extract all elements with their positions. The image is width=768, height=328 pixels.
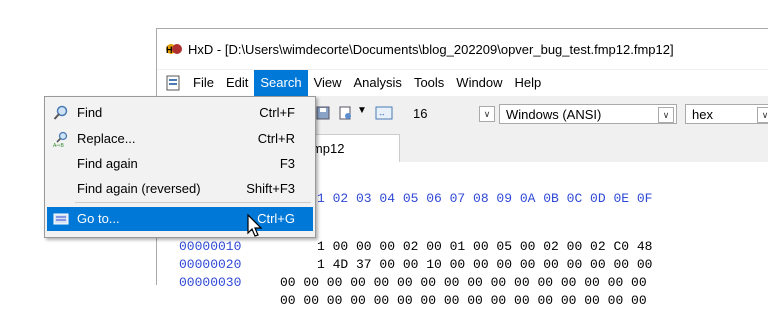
- menu-window[interactable]: Window: [450, 70, 508, 96]
- menu-item-shortcut: Ctrl+F: [259, 105, 295, 120]
- hex-bytes: 00 00 00 00 00 00 00 00 00 00 00 00 00 0…: [280, 275, 647, 290]
- svg-text:H: H: [166, 45, 173, 55]
- menu-item-find-again[interactable]: Find again F3: [47, 152, 313, 176]
- replace-icon: A⇨B: [53, 131, 68, 147]
- svg-text:↔: ↔: [378, 109, 386, 118]
- menu-item-find[interactable]: Find Ctrl+F: [47, 101, 313, 125]
- menu-item-find-again-reversed[interactable]: Find again (reversed) Shift+F3: [47, 177, 313, 201]
- menu-item-label: Replace...: [77, 131, 136, 146]
- bytes-per-row-icon: ↔: [375, 106, 393, 120]
- document-icon[interactable]: [165, 75, 181, 91]
- menu-view[interactable]: View: [308, 70, 348, 96]
- charset-value: Windows (ANSI): [506, 107, 602, 122]
- find-icon: [53, 105, 68, 120]
- mouse-cursor-icon: [247, 214, 263, 237]
- svg-text:A⇨B: A⇨B: [53, 143, 65, 147]
- menu-item-goto[interactable]: Go to... Ctrl+G: [47, 207, 313, 231]
- display-combo[interactable]: hex ∨: [685, 104, 768, 124]
- goto-icon: [53, 213, 69, 225]
- menu-item-replace[interactable]: A⇨B Replace... Ctrl+R: [47, 127, 313, 151]
- display-value: hex: [692, 107, 713, 122]
- menu-help[interactable]: Help: [509, 70, 548, 96]
- bytes-per-row-combo[interactable]: 16 ∨: [413, 104, 495, 124]
- menu-file[interactable]: File: [187, 70, 220, 96]
- menu-item-label: Find again: [77, 156, 138, 171]
- chevron-down-icon[interactable]: ∨: [479, 106, 495, 122]
- menu-edit[interactable]: Edit: [220, 70, 254, 96]
- menu-bar: File Edit Search View Analysis Tools Win…: [157, 70, 768, 96]
- menu-search[interactable]: Search: [254, 70, 308, 96]
- hex-row[interactable]: 00000030 00 00 00 00 00 00 00 00 00 00 0…: [157, 256, 768, 308]
- chevron-down-icon[interactable]: ∨: [757, 107, 768, 123]
- hex-row[interactable]: 00000020 00 00 00 00 00 00 00 00 00 00 0…: [157, 238, 768, 290]
- title-bar[interactable]: H HxD - [D:\Users\wimdecorte\Documents\b…: [157, 29, 768, 69]
- search-menu-dropdown: Find Ctrl+F A⇨B Replace... Ctrl+R Find a…: [44, 96, 316, 238]
- hxd-app-icon: H: [166, 44, 182, 55]
- hex-offset: 00000030: [179, 275, 242, 290]
- menu-tools[interactable]: Tools: [408, 70, 450, 96]
- save-icon[interactable]: [315, 105, 331, 121]
- menu-separator: [75, 202, 311, 203]
- menu-item-shortcut: Shift+F3: [246, 181, 295, 196]
- menu-item-label: Find: [77, 105, 103, 120]
- charset-combo[interactable]: Windows (ANSI) ∨: [499, 104, 677, 124]
- properties-dropdown-icon[interactable]: ▼: [357, 105, 367, 116]
- chevron-down-icon[interactable]: ∨: [658, 107, 674, 123]
- bytes-per-row-value: 16: [413, 106, 428, 121]
- hex-bytes: 00 00 00 00 00 00 00 00 00 00 00 00 00 0…: [280, 293, 647, 308]
- menu-item-label: Find again (reversed): [77, 181, 201, 196]
- menu-item-shortcut: F3: [279, 156, 295, 171]
- window-title: HxD - [D:\Users\wimdecorte\Documents\blo…: [188, 41, 674, 57]
- properties-icon[interactable]: [337, 105, 353, 121]
- menu-item-shortcut: Ctrl+R: [257, 131, 295, 146]
- menu-analysis[interactable]: Analysis: [348, 70, 408, 96]
- menu-item-label: Go to...: [77, 211, 120, 226]
